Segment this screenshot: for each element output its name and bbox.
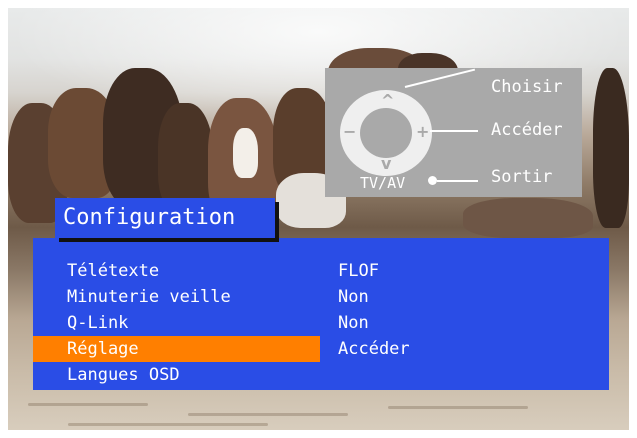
hint-exit-label: Sortir	[491, 167, 553, 187]
tv-av-label: TV/AV	[360, 174, 406, 192]
minus-icon: −	[343, 122, 357, 141]
menu-item-sleep-timer[interactable]: Minuterie veille Non	[33, 284, 609, 310]
menu-item-teletext[interactable]: Télétexte FLOF	[33, 258, 609, 284]
down-arrow-icon: v	[381, 154, 392, 173]
menu-item-q-link[interactable]: Q-Link Non	[33, 310, 609, 336]
menu-item-label: Minuterie veille	[67, 287, 231, 307]
menu-item-value: Non	[338, 313, 369, 333]
menu-title: Configuration	[55, 198, 275, 238]
menu-item-label: Réglage	[67, 339, 139, 359]
menu-item-tuning[interactable]: Réglage Accéder	[33, 336, 609, 362]
menu-item-osd-languages[interactable]: Langues OSD	[33, 362, 609, 388]
menu-item-label: Télétexte	[67, 261, 160, 281]
tv-av-bullet-icon	[428, 176, 437, 185]
plus-icon: +	[416, 122, 430, 141]
up-arrow-icon: ^	[381, 91, 395, 110]
tv-screen: ^ v − + Choisir Accéder Sortir TV/AV Con…	[0, 0, 637, 438]
hint-enter-label: Accéder	[491, 120, 563, 140]
enter-pointer-line	[430, 130, 478, 132]
menu-item-value: Accéder	[338, 339, 410, 359]
menu-item-label: Langues OSD	[67, 365, 180, 385]
dpad-center-icon	[360, 108, 412, 158]
menu-item-value: FLOF	[338, 261, 379, 281]
exit-pointer-line	[437, 180, 478, 182]
hint-choose-label: Choisir	[491, 77, 563, 97]
menu-item-value: Non	[338, 287, 369, 307]
menu-item-label: Q-Link	[67, 313, 129, 333]
